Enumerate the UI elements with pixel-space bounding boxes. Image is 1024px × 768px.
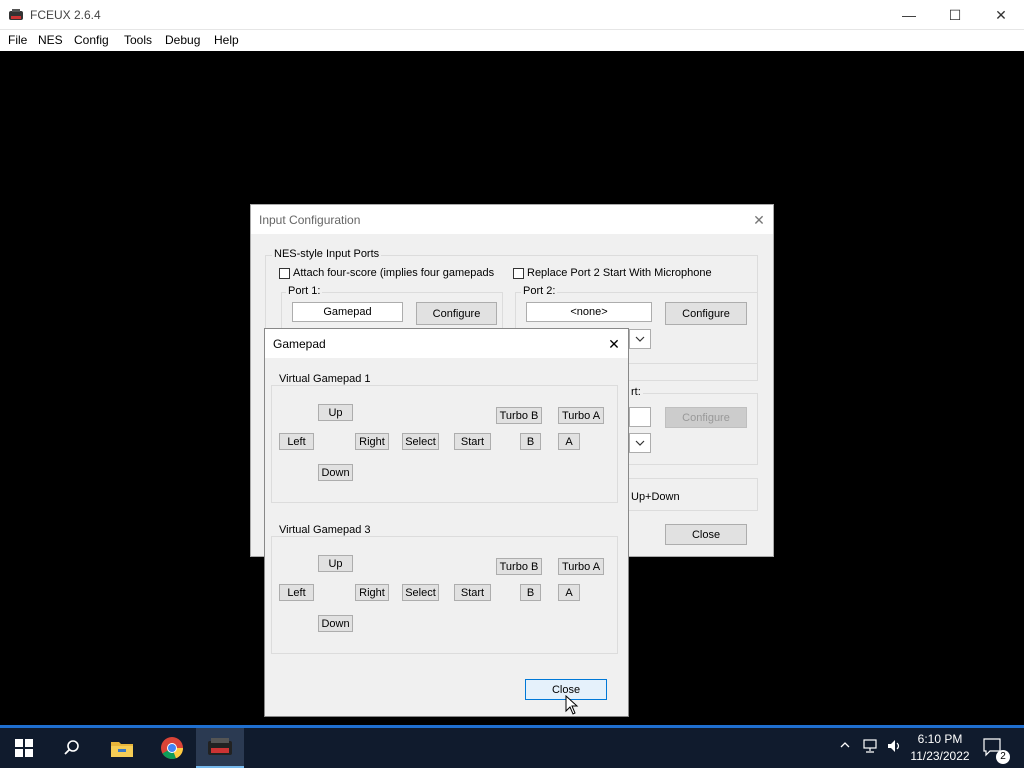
menu-config[interactable]: Config [74,33,109,47]
pad3-start-button[interactable]: Start [454,584,491,601]
input-config-title: Input Configuration [259,213,361,227]
pad1-down-button[interactable]: Down [318,464,353,481]
menu-tools[interactable]: Tools [124,33,152,47]
taskbar: 6:10 PM 11/23/2022 2 [0,725,1024,768]
allow-updown-fragment: Up+Down [631,491,680,503]
pad1-start-button[interactable]: Start [454,433,491,450]
main-titlebar: FCEUX 2.6.4 — ☐ ✕ [0,0,1024,30]
pad3-a-button[interactable]: A [558,584,580,601]
port2-label: Port 2: [521,285,558,297]
pad1-up-button[interactable]: Up [318,404,353,421]
virtual-gamepad-1-label: Virtual Gamepad 1 [277,373,373,385]
pad3-down-button[interactable]: Down [318,615,353,632]
port2-dropdown[interactable] [629,329,651,349]
menu-bar: File NES Config Tools Debug Help [0,30,1024,51]
pad1-left-button[interactable]: Left [279,433,314,450]
port1-device-field[interactable]: Gamepad [292,302,403,322]
volume-icon[interactable] [886,738,904,757]
gamepad-dialog: Gamepad ✕ Virtual Gamepad 1 Up Left Righ… [264,328,629,717]
pad1-b-button[interactable]: B [520,433,541,450]
pad3-right-button[interactable]: Right [355,584,389,601]
famicom-configure-button[interactable]: Configure [665,407,747,428]
fceux-app-icon [8,7,24,23]
pad1-select-button[interactable]: Select [402,433,439,450]
pad1-right-button[interactable]: Right [355,433,389,450]
virtual-gamepad-3-label: Virtual Gamepad 3 [277,524,373,536]
port1-configure-button[interactable]: Configure [416,302,497,325]
replace-port2-checkbox[interactable] [513,268,524,279]
attach-four-score-checkbox[interactable] [279,268,290,279]
famicom-device-field[interactable] [629,407,651,427]
pad3-turbo-a-button[interactable]: Turbo A [558,558,604,575]
minimize-button[interactable]: — [886,0,932,30]
pad3-select-button[interactable]: Select [402,584,439,601]
chevron-down-icon [635,440,645,446]
menu-file[interactable]: File [8,33,27,47]
input-config-close-icon[interactable]: ✕ [748,209,770,231]
app-title: FCEUX 2.6.4 [30,8,101,22]
input-config-close-button[interactable]: Close [665,524,747,545]
menu-debug[interactable]: Debug [165,33,200,47]
pad1-turbo-b-button[interactable]: Turbo B [496,407,542,424]
port2-configure-button[interactable]: Configure [665,302,747,325]
search-icon[interactable] [48,728,96,768]
input-config-titlebar: Input Configuration ✕ [251,205,773,234]
maximize-button[interactable]: ☐ [932,0,978,30]
famicom-dropdown[interactable] [629,433,651,453]
fceux-taskbar-icon[interactable] [196,728,244,768]
windows-start-icon[interactable] [0,728,48,768]
clock-date[interactable]: 11/23/2022 [906,749,974,763]
replace-port2-label: Replace Port 2 Start With Microphone [527,267,712,279]
gamepad-close-icon[interactable]: ✕ [603,333,625,355]
gamepad-titlebar: Gamepad ✕ [265,329,628,358]
menu-nes[interactable]: NES [38,33,63,47]
gamepad-title: Gamepad [273,337,326,351]
famicom-port-label-fragment: rt: [629,386,643,398]
port1-label: Port 1: [286,285,323,297]
pad1-a-button[interactable]: A [558,433,580,450]
attach-four-score-label: Attach four-score (implies four gamepads [293,267,495,279]
menu-help[interactable]: Help [214,33,239,47]
chevron-down-icon [635,336,645,342]
notification-count-badge: 2 [996,750,1010,764]
pad3-left-button[interactable]: Left [279,584,314,601]
file-explorer-icon[interactable] [98,728,146,768]
mouse-cursor-icon [565,694,579,715]
close-window-button[interactable]: ✕ [978,0,1024,30]
pad1-turbo-a-button[interactable]: Turbo A [558,407,604,424]
port2-device-field[interactable]: <none> [526,302,652,322]
pad3-turbo-b-button[interactable]: Turbo B [496,558,542,575]
clock-time[interactable]: 6:10 PM [912,732,968,746]
network-icon[interactable] [862,738,880,757]
pad3-up-button[interactable]: Up [318,555,353,572]
nes-input-ports-label: NES-style Input Ports [272,248,382,260]
pad3-b-button[interactable]: B [520,584,541,601]
chevron-up-icon[interactable] [838,738,852,755]
chrome-icon[interactable] [148,728,196,768]
